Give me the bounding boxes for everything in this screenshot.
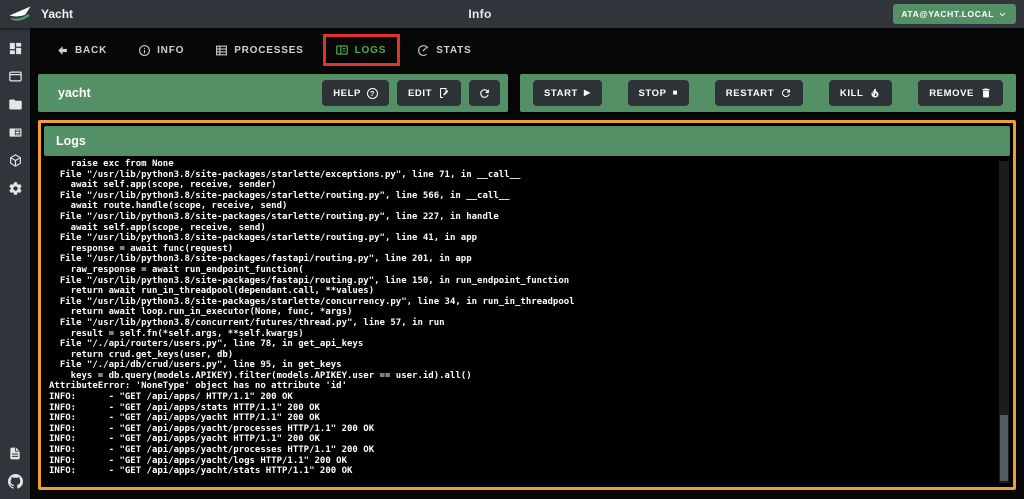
tabbar: BACK INFO PROCESSES LOGS STATS (30, 28, 1024, 72)
tab-back-label: BACK (75, 44, 108, 56)
logs-panel: Logs raise exc from None File "/usr/lib/… (38, 120, 1016, 490)
sidebar (0, 28, 30, 499)
sidebar-item-applications[interactable] (0, 62, 30, 90)
kill-button-label: KILL (839, 87, 864, 99)
trash-icon (982, 88, 990, 98)
stop-button-label: STOP (638, 87, 667, 99)
sidebar-item-docs[interactable] (0, 439, 30, 467)
log-output: raise exc from None File "/usr/lib/pytho… (49, 159, 575, 477)
logs-scrollbar-track[interactable] (999, 161, 1009, 483)
edit-button[interactable]: EDIT (396, 80, 461, 106)
help-circle-icon: ? (366, 87, 378, 99)
edit-button-label: EDIT (407, 87, 432, 99)
restart-button[interactable]: RESTART (714, 80, 804, 106)
sidebar-item-projects[interactable] (0, 146, 30, 174)
tab-processes[interactable]: PROCESSES (215, 44, 303, 57)
tab-logs-label: LOGS (354, 44, 387, 56)
user-menu-label: ATA@YACHT.LOCAL (901, 9, 994, 19)
edit-document-icon (440, 88, 449, 98)
tab-back[interactable]: BACK (56, 44, 107, 57)
logs-panel-header: Logs (44, 126, 1010, 156)
start-button-label: START (544, 87, 578, 99)
fire-icon (871, 88, 879, 98)
container-controls-card: START ▶ STOP ■ RESTART KILL REMOVE (520, 74, 1016, 112)
app-card-actions: HELP ? EDIT (322, 80, 500, 106)
document-icon (10, 447, 20, 459)
kill-button[interactable]: KILL (828, 80, 893, 106)
arrow-left-icon (58, 45, 67, 55)
yacht-app-window: Yacht Info ATA@YACHT.LOCAL BACK INFO PRO… (0, 0, 1024, 499)
sidebar-footer (0, 439, 30, 495)
sidebar-item-github[interactable] (0, 467, 30, 495)
info-circle-icon (139, 44, 151, 56)
topbar: Yacht Info ATA@YACHT.LOCAL (0, 0, 1024, 28)
tab-info-label: INFO (157, 44, 185, 56)
tab-stats[interactable]: STATS (417, 44, 471, 57)
restart-icon (782, 89, 791, 97)
dashboard-icon (9, 42, 21, 54)
sidebar-item-dashboard[interactable] (0, 34, 30, 62)
start-button[interactable]: START ▶ (533, 80, 602, 106)
card-text-icon (9, 127, 21, 137)
refresh-button[interactable] (469, 80, 500, 106)
help-button[interactable]: HELP ? (322, 80, 389, 106)
table-icon (216, 45, 228, 55)
logs-panel-title: Logs (56, 134, 86, 148)
folder-icon (8, 99, 22, 109)
sidebar-item-template-list[interactable] (0, 118, 30, 146)
main-content: BACK INFO PROCESSES LOGS STATS yacht HEL… (30, 28, 1024, 499)
applications-icon (8, 71, 22, 81)
stop-button[interactable]: STOP ■ (627, 80, 690, 106)
refresh-icon (480, 88, 489, 98)
remove-button-label: REMOVE (929, 87, 974, 99)
gear-icon (8, 181, 22, 195)
stop-icon: ■ (672, 88, 679, 97)
container-name: yacht (58, 86, 91, 100)
gauge-icon (418, 44, 430, 56)
remove-button[interactable]: REMOVE (918, 80, 1003, 106)
page-title: Info (468, 7, 492, 21)
help-button-label: HELP (333, 87, 361, 99)
sidebar-item-templates[interactable] (0, 90, 30, 118)
tab-stats-label: STATS (436, 44, 472, 56)
user-menu-button[interactable]: ATA@YACHT.LOCAL (893, 4, 1016, 24)
logs-scrollbar-thumb[interactable] (1000, 415, 1008, 481)
cards-row: yacht HELP ? EDIT START ▶ STOP ■ RESTART… (30, 74, 1024, 112)
logs-icon (335, 45, 348, 55)
tab-info[interactable]: INFO (138, 44, 184, 57)
play-icon: ▶ (583, 88, 591, 97)
sidebar-item-settings[interactable] (0, 174, 30, 202)
app-title-card: yacht HELP ? EDIT (38, 74, 508, 112)
tab-logs[interactable]: LOGS (322, 34, 401, 66)
cube-icon (9, 153, 21, 167)
tab-processes-label: PROCESSES (234, 44, 304, 56)
chevron-down-icon (999, 12, 1006, 16)
github-icon (7, 473, 23, 489)
restart-button-label: RESTART (725, 87, 775, 99)
